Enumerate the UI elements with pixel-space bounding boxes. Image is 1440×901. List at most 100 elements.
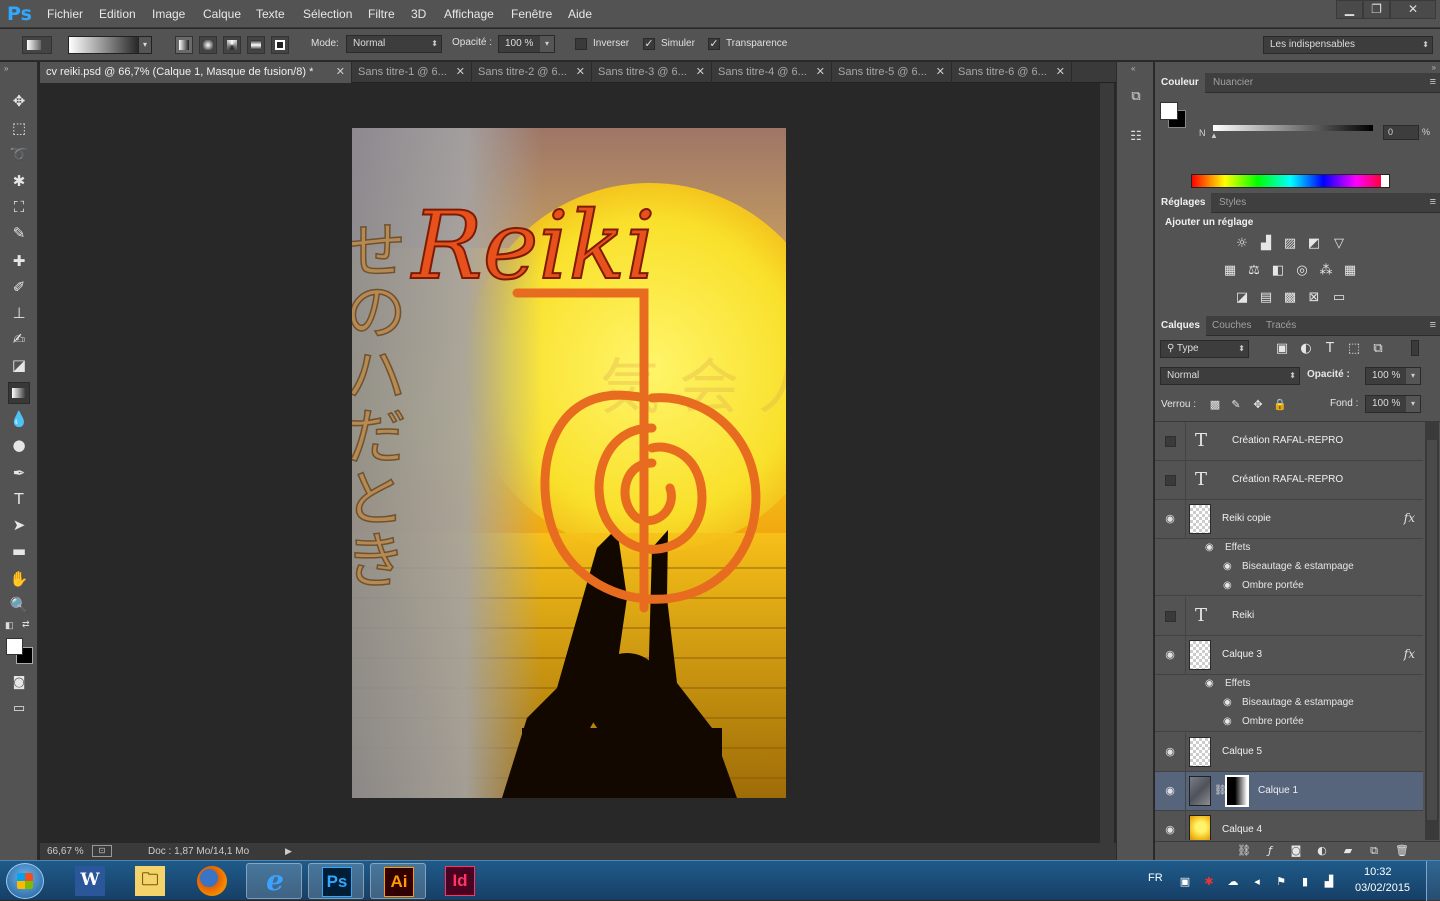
crop-tool-icon[interactable]: ⛶ [8,196,30,218]
add-style-icon[interactable]: ƒ [1261,844,1279,858]
brush-tool-icon[interactable]: ✐ [8,276,30,298]
tab-styles[interactable]: Styles [1213,193,1252,213]
status-info-icon[interactable]: ⊡ [92,845,112,857]
link-layers-icon[interactable]: ⛓ [1235,844,1253,858]
vertical-scrollbar[interactable] [1100,83,1114,843]
default-colors-icon[interactable]: ◧ [5,620,14,631]
taskbar-ie[interactable]: e [246,863,302,899]
linear-gradient-button[interactable] [175,36,193,54]
tab-sans-titre-4[interactable]: Sans titre-4 @ 6... ✕ [712,62,832,83]
menu-fichier[interactable]: Fichier [47,7,83,21]
foreground-color-swatch[interactable] [6,638,23,655]
taskbar-indesign[interactable]: Id [432,863,488,899]
gray-slider[interactable] [1213,125,1373,131]
filter-shape-icon[interactable]: ⬚ [1345,342,1363,356]
new-group-icon[interactable]: ▰ [1339,844,1357,858]
effect-shadow-row[interactable]: ◉ Ombre portée [1155,577,1423,596]
fx-icon[interactable]: fx [1404,511,1415,525]
gray-value-input[interactable]: 0 [1383,125,1419,140]
menu-selection[interactable]: Sélection [303,7,352,21]
foreground-color-swatch[interactable] [1160,102,1178,120]
lock-all-icon[interactable]: 🔒 [1271,398,1289,412]
eye-icon[interactable]: ◉ [1163,784,1177,798]
start-button[interactable] [6,863,44,899]
diamond-gradient-button[interactable] [271,36,289,54]
menu-affichage[interactable]: Affichage [444,7,494,21]
history-brush-tool-icon[interactable]: ✍ [8,328,30,350]
layer-name[interactable]: Calque 3 [1222,649,1262,660]
layer-row[interactable]: ◉ Calque 3 fx [1155,636,1423,675]
effects-row[interactable]: ◉ Effets [1155,675,1423,694]
layer-name[interactable]: Calque 5 [1222,746,1262,757]
levels-icon[interactable]: ▟ [1257,237,1275,251]
tab-calques[interactable]: Calques [1155,316,1206,336]
panel-menu-icon[interactable]: ≡ [1430,196,1436,208]
rectangle-tool-icon[interactable]: ▬ [8,540,30,562]
eye-icon[interactable]: ◉ [1205,678,1214,689]
taskbar-illustrator[interactable]: Ai [370,863,426,899]
layer-row[interactable]: ◉ Calque 5 [1155,733,1423,772]
tab-reglages[interactable]: Réglages [1155,193,1212,213]
black-white-icon[interactable]: ◧ [1269,264,1287,278]
tab-traces[interactable]: Tracés [1260,316,1302,336]
layer-filter-select[interactable]: ⚲ Type ⬍ [1160,340,1249,358]
layer-name[interactable]: Calque 1 [1258,785,1298,796]
menu-fenetre[interactable]: Fenêtre [511,7,552,21]
taskbar-firefox[interactable] [184,863,240,899]
trash-icon[interactable]: 🗑 [1393,844,1411,858]
inverser-checkbox[interactable] [575,38,587,50]
hand-tool-icon[interactable]: ✋ [8,568,30,590]
layer-name[interactable]: Reiki [1232,610,1254,621]
menu-image[interactable]: Image [152,7,185,21]
channel-mixer-icon[interactable]: ⁂ [1317,264,1335,278]
eye-icon[interactable]: ◉ [1163,512,1177,526]
collapse-icon[interactable]: » [4,64,8,73]
simuler-checkbox[interactable]: ✓ [643,38,655,50]
taskbar-word[interactable]: W [62,863,118,899]
canvas-area[interactable]: 気 会 人 せのハだとき Reiki [40,83,1100,843]
restore-button[interactable]: ❐ [1363,0,1390,19]
zoom-level[interactable]: 66,67 % [47,846,84,857]
tab-couleur[interactable]: Couleur [1155,73,1205,93]
layers-scroll-thumb[interactable] [1427,440,1437,820]
eraser-tool-icon[interactable]: ◪ [8,354,30,376]
close-icon[interactable]: ✕ [576,62,585,83]
spectrum-white[interactable] [1381,175,1389,187]
close-icon[interactable]: ✕ [696,62,705,83]
add-mask-icon[interactable]: ◙ [1287,844,1305,858]
color-balance-icon[interactable]: ⚖ [1245,264,1263,278]
filter-smart-object-icon[interactable]: ⧉ [1369,342,1387,356]
type-tool-icon[interactable]: T [8,488,30,510]
visibility-toggle[interactable] [1165,475,1176,486]
eye-icon[interactable]: ◉ [1223,580,1232,591]
move-tool-icon[interactable]: ✥ [8,90,30,112]
close-icon[interactable]: ✕ [456,62,465,83]
path-selection-tool-icon[interactable]: ➤ [8,514,30,536]
fx-icon[interactable]: fx [1404,647,1415,661]
layer-row[interactable]: T Création RAFAL-REPRO [1155,461,1423,500]
eye-icon[interactable]: ◉ [1205,542,1214,553]
document-artwork[interactable]: 気 会 人 せのハだとき Reiki [352,128,786,798]
layer-row[interactable]: ◉ Reiki copie fx [1155,500,1423,539]
quick-mask-icon[interactable]: ◙ [8,672,30,694]
swap-colors-icon[interactable]: ⇄ [22,619,30,630]
invert-icon[interactable]: ◪ [1233,291,1251,305]
layer-row[interactable]: T Reiki [1155,597,1423,636]
posterize-icon[interactable]: ▤ [1257,291,1275,305]
language-indicator[interactable]: FR [1148,872,1163,884]
gradient-tool-button[interactable] [8,382,30,404]
lock-transparency-icon[interactable]: ▩ [1206,398,1224,412]
tab-sans-titre-2[interactable]: Sans titre-2 @ 6... ✕ [472,62,592,83]
selective-color-icon[interactable]: ⊠ [1305,291,1323,305]
new-layer-icon[interactable]: ⧉ [1365,844,1383,858]
layer-row-selected[interactable]: ◉ ⛓ Calque 1 [1155,772,1423,811]
dodge-tool-icon[interactable]: ● [8,434,30,456]
photo-filter-icon[interactable]: ◎ [1293,264,1311,278]
chevron-up-icon[interactable]: ◂ [1250,875,1264,889]
eye-icon[interactable]: ◉ [1223,561,1232,572]
gradient-map-icon[interactable]: ▭ [1330,291,1348,305]
lock-pixels-icon[interactable]: ✎ [1227,398,1245,412]
menu-3d[interactable]: 3D [411,7,426,21]
history-panel-icon[interactable]: ⧉ [1127,88,1145,106]
menu-aide[interactable]: Aide [568,7,592,21]
